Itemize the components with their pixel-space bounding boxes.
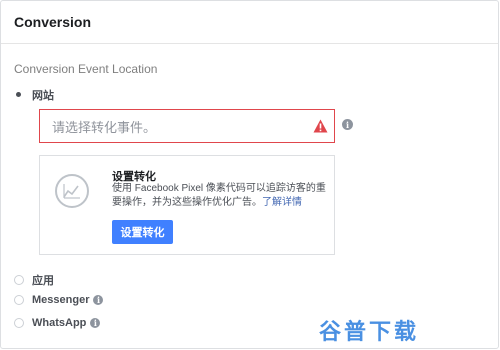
conversion-event-select[interactable]: 请选择转化事件。 (39, 109, 335, 143)
option-website[interactable]: 网站 (14, 87, 54, 103)
option-messenger[interactable]: Messenger i (14, 294, 104, 306)
option-label: 应用 (32, 275, 54, 287)
learn-more-link[interactable]: 了解详情 (262, 197, 302, 208)
info-icon[interactable]: i (342, 119, 353, 130)
section-label: Conversion Event Location (14, 62, 158, 76)
option-app[interactable]: 应用 (14, 272, 54, 288)
event-placeholder: 请选择转化事件。 (52, 119, 157, 135)
watermark-logo: 谷普下载 (319, 320, 420, 345)
radio-button-selected[interactable] (14, 90, 24, 100)
panel-title: Conversion (1, 1, 498, 44)
radio-button[interactable] (14, 318, 24, 328)
conversion-panel: Conversion Conversion Event Location 网站 … (0, 0, 499, 349)
option-label: Messenger (32, 294, 90, 306)
setup-conversion-button[interactable]: 设置转化 (112, 220, 173, 244)
warning-icon (313, 119, 328, 133)
line-chart-icon (55, 174, 89, 208)
option-label: 网站 (32, 90, 54, 102)
radio-button[interactable] (14, 275, 24, 285)
info-icon[interactable]: i (93, 295, 104, 305)
setup-conversion-card: 设置转化 使用 Facebook Pixel 像素代码可以追踪访客的重要操作，并… (39, 155, 335, 255)
setup-description: 使用 Facebook Pixel 像素代码可以追踪访客的重要操作，并为这些操作… (112, 182, 327, 210)
option-whatsapp[interactable]: WhatsApp i (14, 317, 101, 329)
radio-button[interactable] (14, 295, 24, 305)
option-label: WhatsApp (32, 317, 87, 329)
info-icon[interactable]: i (90, 318, 101, 328)
